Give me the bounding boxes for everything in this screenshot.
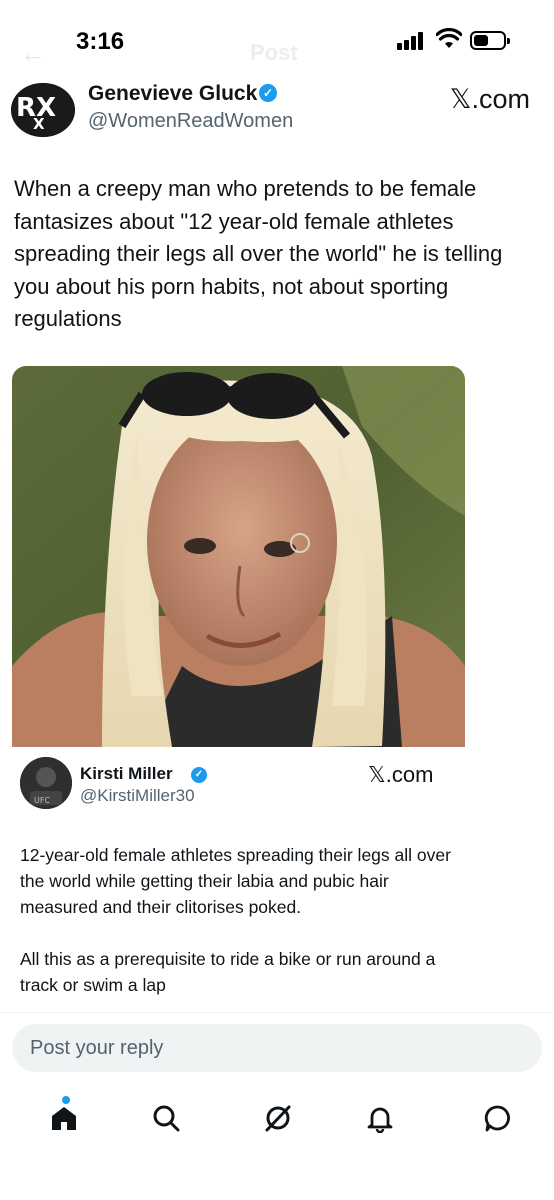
status-time: 3:16: [76, 28, 125, 55]
messages-icon[interactable]: [478, 1098, 518, 1138]
search-icon[interactable]: [146, 1098, 186, 1138]
author-name[interactable]: Genevieve Gluck: [88, 82, 257, 106]
back-arrow-ghost: ←: [20, 38, 46, 68]
bottom-nav: [0, 1088, 554, 1148]
verified-badge-icon: ✓: [259, 84, 277, 102]
avatar[interactable]: RX X: [11, 83, 75, 137]
home-notification-dot: [62, 1096, 70, 1104]
quote-text: 12-year-old female athletes spreading th…: [20, 842, 460, 998]
quote-author-name[interactable]: Kirsti Miller: [80, 764, 173, 784]
portrait-photo-image: [12, 366, 465, 747]
tweet-photo[interactable]: [12, 366, 465, 747]
wifi-icon: [436, 28, 462, 48]
tweet-text: When a creepy man who pretends to be fem…: [14, 176, 503, 331]
notifications-icon[interactable]: [360, 1098, 400, 1138]
svg-text:UFC: UFC: [34, 796, 50, 805]
cellular-signal-icon: [397, 32, 425, 50]
battery-icon: [470, 31, 510, 50]
page-title-ghost: Post: [250, 40, 298, 65]
quote-author-handle[interactable]: @KirstiMiller30: [80, 786, 195, 806]
status-bar: ← 3:16 Post: [0, 0, 554, 80]
quote-verified-badge-icon: ✓: [191, 767, 207, 783]
quote-avatar[interactable]: UFC: [20, 757, 72, 809]
home-icon[interactable]: [44, 1098, 84, 1138]
svg-text:X: X: [33, 115, 45, 133]
quote-x-com-source-label: 𝕏.com: [368, 762, 434, 787]
grok-icon[interactable]: [258, 1098, 298, 1138]
rx-logo-icon: RX X: [11, 83, 75, 137]
author-handle[interactable]: @WomenReadWomen: [88, 110, 293, 133]
quote-paragraph-1: 12-year-old female athletes spreading th…: [20, 845, 451, 917]
x-com-source-label: 𝕏.com: [449, 84, 530, 114]
divider: [0, 1012, 554, 1013]
reply-placeholder: Post your reply: [30, 1037, 164, 1059]
quote-paragraph-2: All this as a prerequisite to ride a bik…: [20, 949, 436, 995]
quote-avatar-image: UFC: [20, 757, 72, 809]
reply-input[interactable]: Post your reply: [12, 1024, 542, 1072]
